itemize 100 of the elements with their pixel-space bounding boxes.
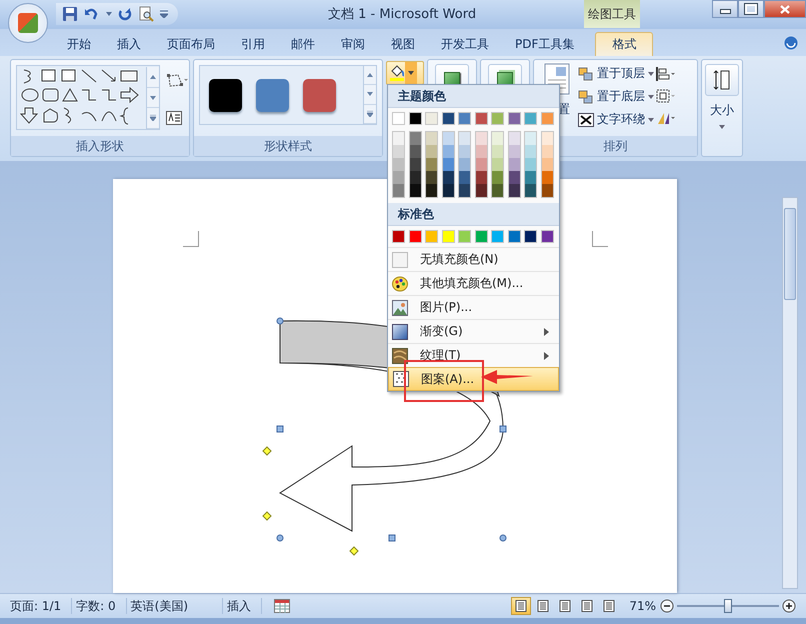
- word-count[interactable]: 字数: 0: [72, 598, 127, 614]
- arrange-button[interactable]: 文字环绕: [578, 109, 654, 130]
- color-swatch[interactable]: [459, 132, 470, 145]
- color-swatch[interactable]: [459, 145, 470, 158]
- color-swatch[interactable]: [476, 158, 486, 171]
- shape-style-swatch[interactable]: [209, 78, 242, 112]
- color-swatch[interactable]: [492, 184, 503, 197]
- ribbon-tab[interactable]: 开发工具: [429, 32, 501, 56]
- color-swatch[interactable]: [492, 132, 503, 145]
- color-swatch[interactable]: [426, 132, 437, 145]
- view-mode-button[interactable]: [511, 597, 532, 615]
- color-swatch[interactable]: [393, 184, 404, 197]
- color-swatch[interactable]: [492, 145, 503, 158]
- ribbon-tab[interactable]: 插入: [105, 32, 153, 56]
- color-swatch[interactable]: [442, 158, 454, 171]
- color-swatch[interactable]: [410, 158, 420, 171]
- color-swatch[interactable]: [408, 112, 422, 125]
- color-swatch[interactable]: [508, 230, 520, 243]
- color-swatch[interactable]: [459, 171, 470, 184]
- color-swatch[interactable]: [410, 184, 420, 197]
- minimize-button[interactable]: [712, 0, 738, 18]
- color-swatch[interactable]: [442, 230, 454, 243]
- color-swatch[interactable]: [459, 158, 470, 171]
- edit-shape-icon[interactable]: [166, 73, 188, 89]
- color-swatch[interactable]: [508, 171, 520, 184]
- group-objects-icon[interactable]: [656, 89, 676, 103]
- color-swatch[interactable]: [492, 171, 503, 184]
- close-button[interactable]: [764, 0, 806, 18]
- menu-item[interactable]: 无填充颜色(N): [388, 247, 559, 271]
- shape-style-swatch[interactable]: [303, 78, 336, 112]
- color-swatch[interactable]: [426, 171, 437, 184]
- color-swatch[interactable]: [542, 171, 552, 184]
- color-swatch[interactable]: [393, 158, 404, 171]
- shape-gallery[interactable]: [16, 65, 160, 130]
- color-swatch[interactable]: [540, 230, 554, 243]
- color-swatch[interactable]: [491, 230, 504, 243]
- color-swatch[interactable]: [393, 145, 404, 158]
- ribbon-tab[interactable]: 格式: [595, 32, 654, 56]
- shape-style-swatch[interactable]: [256, 78, 289, 112]
- adjust-handle-icon[interactable]: [262, 446, 359, 556]
- ribbon-tab[interactable]: 引用: [229, 32, 277, 56]
- zoom-out-icon[interactable]: [660, 599, 674, 613]
- color-swatch[interactable]: [442, 132, 454, 145]
- color-swatch[interactable]: [408, 230, 422, 243]
- rotate-icon[interactable]: [656, 111, 676, 125]
- color-swatch[interactable]: [525, 158, 536, 171]
- customize-caret-icon[interactable]: [160, 10, 168, 18]
- color-swatch[interactable]: [458, 230, 471, 243]
- color-swatch[interactable]: [542, 184, 552, 197]
- undo-icon[interactable]: [84, 6, 100, 22]
- ribbon-tab[interactable]: 邮件: [279, 32, 327, 56]
- color-swatch[interactable]: [442, 171, 454, 184]
- color-swatch[interactable]: [508, 158, 520, 171]
- maximize-button[interactable]: [738, 0, 764, 18]
- color-swatch[interactable]: [442, 184, 454, 197]
- vertical-scrollbar[interactable]: [782, 197, 798, 589]
- color-swatch[interactable]: [459, 184, 470, 197]
- language-indicator[interactable]: 英语(美国): [126, 598, 224, 614]
- color-swatch[interactable]: [425, 112, 438, 125]
- color-swatch[interactable]: [542, 158, 552, 171]
- color-swatch[interactable]: [410, 132, 420, 145]
- color-swatch[interactable]: [542, 132, 552, 145]
- ribbon-tab[interactable]: PDF工具集: [503, 32, 586, 56]
- help-icon[interactable]: [784, 36, 798, 50]
- page-count[interactable]: 页面: 1/1: [6, 598, 72, 614]
- color-swatch[interactable]: [426, 145, 437, 158]
- color-swatch[interactable]: [476, 132, 486, 145]
- color-swatch[interactable]: [426, 184, 437, 197]
- color-swatch[interactable]: [410, 171, 420, 184]
- color-swatch[interactable]: [393, 171, 404, 184]
- color-swatch[interactable]: [491, 112, 504, 125]
- color-swatch[interactable]: [410, 145, 420, 158]
- menu-item[interactable]: 图案(A)...: [388, 367, 559, 392]
- color-swatch[interactable]: [542, 145, 552, 158]
- color-swatch[interactable]: [476, 171, 486, 184]
- save-icon[interactable]: [62, 6, 78, 22]
- office-button[interactable]: [8, 3, 48, 43]
- print-preview-icon[interactable]: [138, 6, 154, 22]
- color-swatch[interactable]: [393, 132, 404, 145]
- ribbon-tab[interactable]: 开始: [55, 32, 103, 56]
- color-swatch[interactable]: [458, 112, 471, 125]
- color-swatch[interactable]: [426, 158, 437, 171]
- zoom-in-icon[interactable]: [782, 599, 796, 613]
- color-swatch[interactable]: [540, 112, 554, 125]
- arrange-button[interactable]: 置于底层: [578, 86, 654, 107]
- menu-item[interactable]: 其他填充颜色(M)...: [388, 271, 559, 295]
- color-swatch[interactable]: [392, 112, 405, 125]
- color-swatch[interactable]: [525, 132, 536, 145]
- color-swatch[interactable]: [392, 230, 405, 243]
- color-swatch[interactable]: [524, 112, 537, 125]
- color-swatch[interactable]: [492, 158, 503, 171]
- ribbon-tab[interactable]: 视图: [379, 32, 427, 56]
- macro-icon[interactable]: [274, 599, 290, 613]
- insert-mode-indicator[interactable]: 插入: [223, 598, 262, 614]
- zoom-level[interactable]: 71%: [629, 599, 656, 613]
- color-swatch[interactable]: [442, 112, 454, 125]
- color-swatch[interactable]: [425, 230, 438, 243]
- more-button[interactable]: [364, 104, 376, 124]
- shape-fill-button[interactable]: [386, 61, 424, 85]
- ribbon-tab[interactable]: 页面布局: [155, 32, 227, 56]
